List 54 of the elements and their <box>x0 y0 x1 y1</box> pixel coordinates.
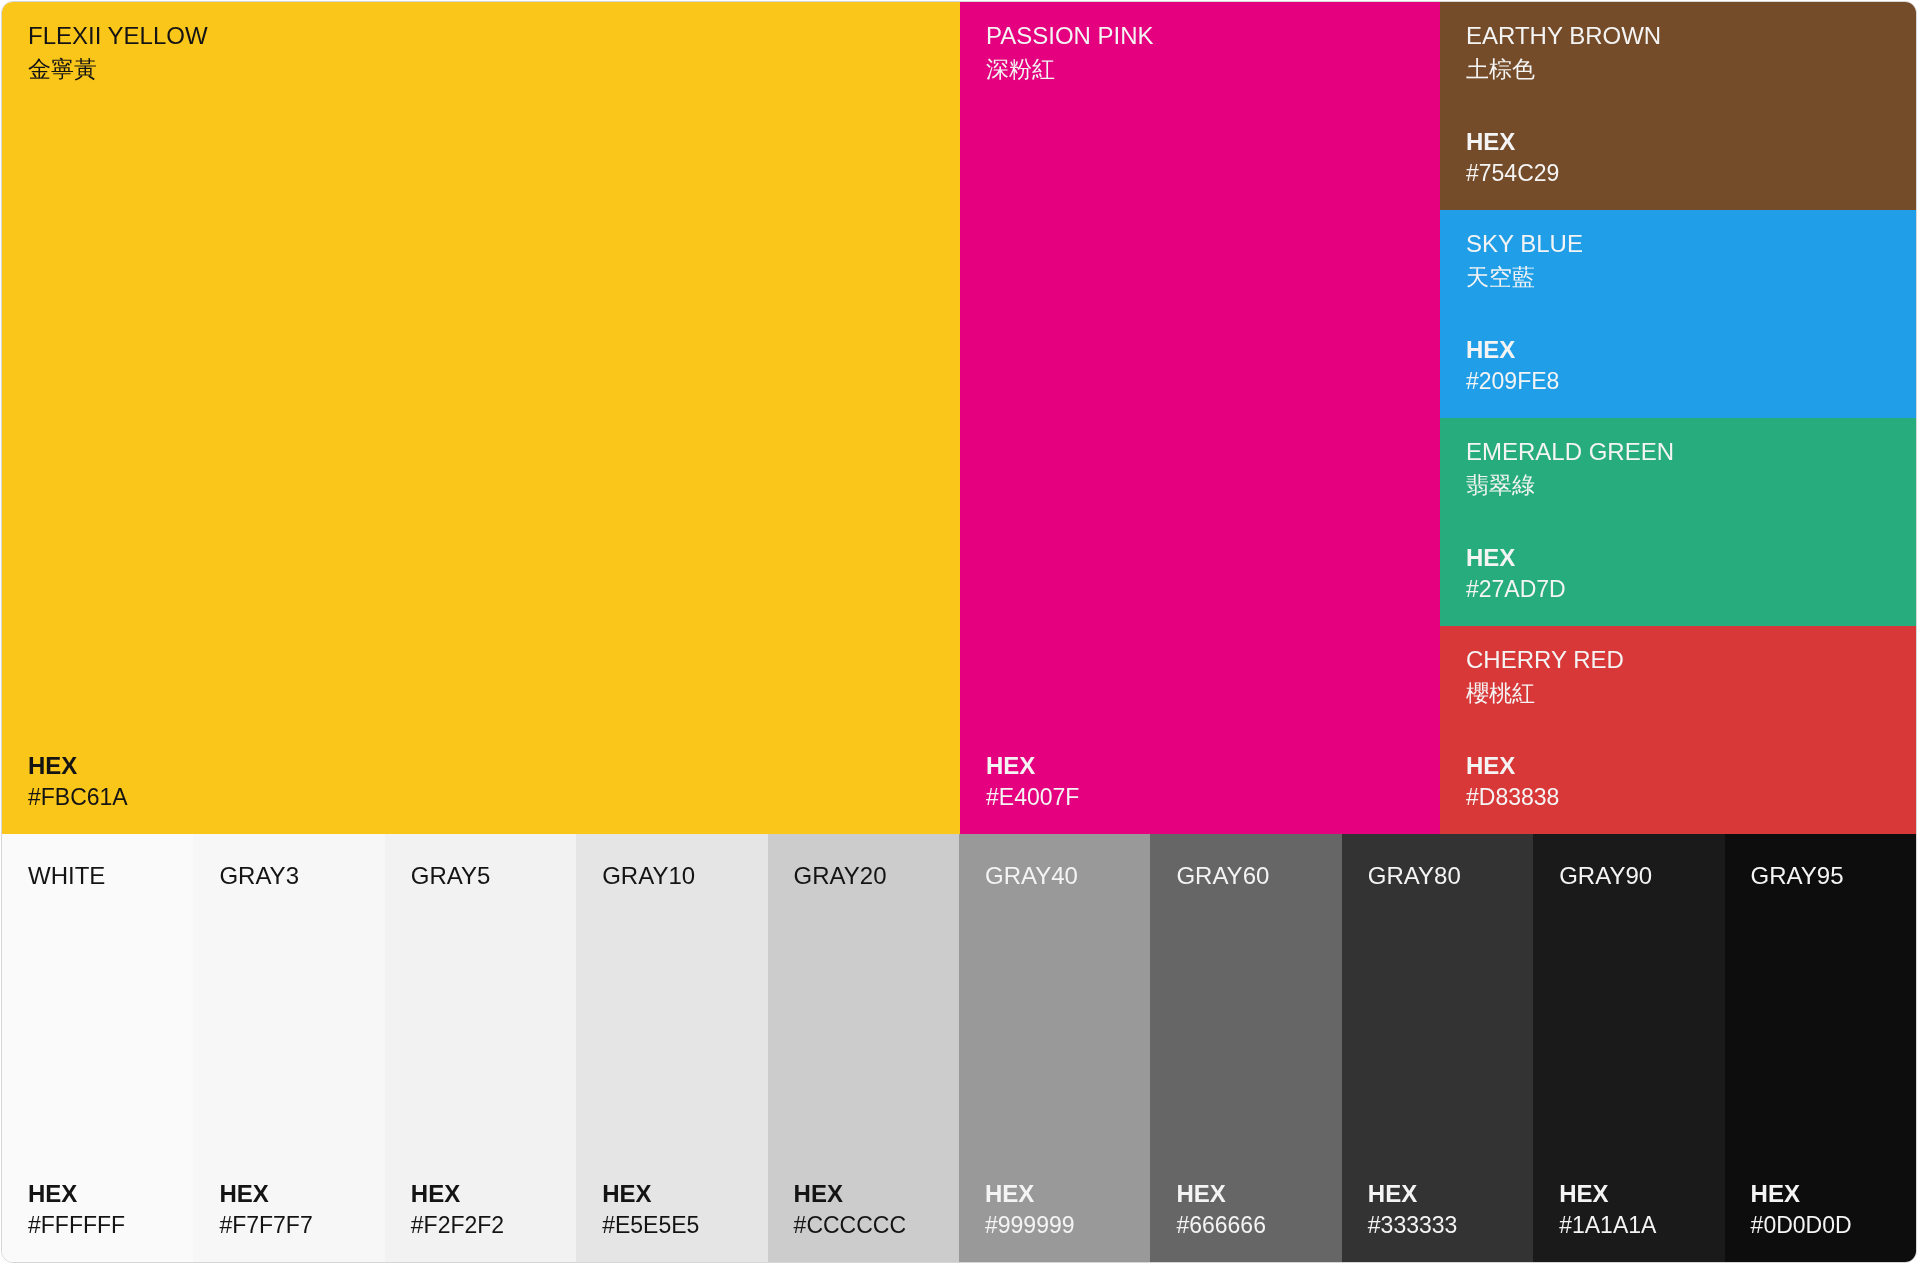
color-name: GRAY95 <box>1750 862 1845 891</box>
color-name: CHERRY RED <box>1466 646 1624 675</box>
hex-value: #E5E5E5 <box>602 1212 700 1240</box>
hex-value: #F2F2F2 <box>410 1212 505 1240</box>
hex-value: #754C29 <box>1466 160 1560 188</box>
color-name-chinese: 天空藍 <box>1466 262 1535 292</box>
hex-label: HEX <box>410 1179 461 1209</box>
color-name: GRAY90 <box>1559 862 1654 891</box>
hex-label: HEX <box>1466 127 1516 157</box>
color-name: WHITE <box>28 862 107 891</box>
hex-value: #CCCCCC <box>793 1212 907 1240</box>
hex-value: #0D0D0D <box>1750 1212 1852 1240</box>
hex-label: HEX <box>1466 751 1516 781</box>
hex-label: HEX <box>602 1179 652 1209</box>
hex-value: #999999 <box>985 1212 1075 1240</box>
color-name: GRAY3 <box>219 862 300 891</box>
hex-label: HEX <box>986 751 1036 781</box>
color-name: GRAY40 <box>985 862 1079 891</box>
hex-value: #FFFFFF <box>28 1212 126 1240</box>
color-name: EMERALD GREEN <box>1466 438 1675 467</box>
hex-label: HEX <box>219 1179 269 1209</box>
hex-label: HEX <box>1367 1179 1418 1209</box>
color-name: SKY BLUE <box>1466 230 1583 259</box>
color-name: FLEXII YELLOW <box>28 22 208 51</box>
hex-label: HEX <box>28 751 78 781</box>
hex-value: #FBC61A <box>28 784 128 812</box>
hex-label: HEX <box>1466 335 1516 365</box>
color-name: GRAY60 <box>1176 862 1271 891</box>
hex-value: #209FE8 <box>1466 368 1560 396</box>
color-name-chinese: 櫻桃紅 <box>1466 678 1535 708</box>
color-name: GRAY5 <box>410 862 492 891</box>
color-name-chinese: 翡翠綠 <box>1466 470 1535 500</box>
hex-value: #1A1A1A <box>1559 1212 1657 1240</box>
color-name-chinese: 金寧黃 <box>28 54 97 84</box>
hex-value: #E4007F <box>986 784 1080 812</box>
hex-label: HEX <box>1176 1179 1226 1209</box>
color-name: GRAY20 <box>793 862 888 891</box>
color-name-chinese: 深粉紅 <box>986 54 1055 84</box>
hex-label: HEX <box>1559 1179 1609 1209</box>
hex-value: #333333 <box>1367 1212 1458 1240</box>
hex-value: #F7F7F7 <box>219 1212 313 1240</box>
color-name: GRAY80 <box>1367 862 1462 891</box>
color-name: PASSION PINK <box>986 22 1154 51</box>
hex-label: HEX <box>985 1179 1035 1209</box>
hex-label: HEX <box>1466 543 1516 573</box>
color-name: GRAY10 <box>602 862 697 891</box>
hex-value: #27AD7D <box>1466 576 1566 604</box>
hex-value: #D83838 <box>1466 784 1560 812</box>
hex-label: HEX <box>793 1179 843 1209</box>
hex-label: HEX <box>1750 1179 1800 1209</box>
hex-label: HEX <box>28 1179 78 1209</box>
color-name-chinese: 土棕色 <box>1466 54 1535 84</box>
color-name: EARTHY BROWN <box>1466 22 1662 51</box>
hex-value: #666666 <box>1176 1212 1266 1240</box>
